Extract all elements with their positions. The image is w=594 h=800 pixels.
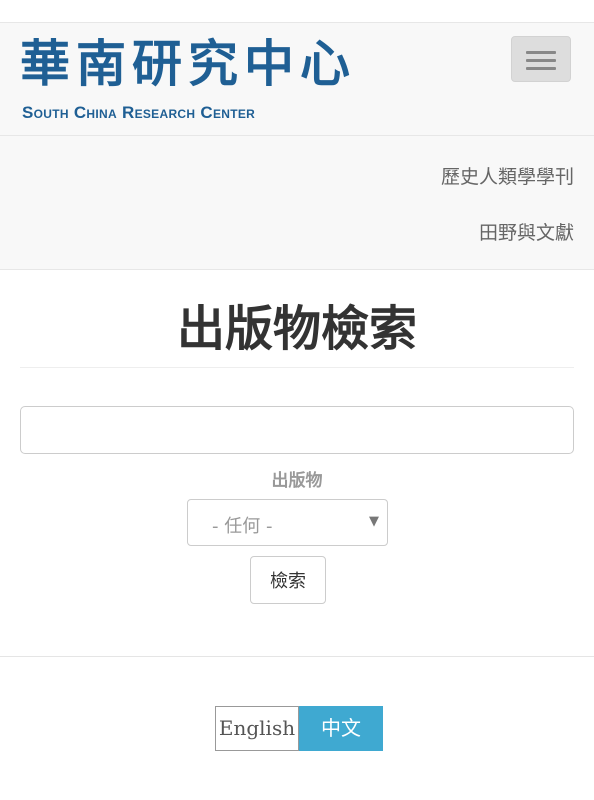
logo-english-text: South China Research Center <box>22 103 256 122</box>
publication-select[interactable]: - 任何 - ▼ <box>187 499 388 546</box>
language-chinese-button[interactable]: 中文 <box>299 706 383 751</box>
caret-down-icon: ▼ <box>369 514 379 529</box>
language-english-button[interactable]: English <box>215 706 299 751</box>
logo-chinese-text: 華南研究中心 <box>20 34 356 93</box>
hamburger-menu-icon <box>526 51 556 54</box>
nav-item-history-anthropology-journal[interactable]: 歷史人類學學刊 <box>441 162 574 189</box>
nav-item-fieldwork-documents[interactable]: 田野與文獻 <box>479 218 574 245</box>
site-logo[interactable]: 華南研究中心 South China Research Center <box>20 33 380 129</box>
page: 華南研究中心 South China Research Center 歷史人類學… <box>0 0 594 800</box>
search-submit-button[interactable]: 檢索 <box>250 556 326 604</box>
footer-divider <box>0 656 594 657</box>
publication-filter-label: 出版物 <box>271 471 323 491</box>
site-header: 華南研究中心 South China Research Center <box>0 22 594 136</box>
title-divider <box>20 367 574 368</box>
search-input[interactable] <box>20 406 574 454</box>
hamburger-menu-icon <box>526 67 556 70</box>
publication-select-value: - 任何 - <box>212 516 273 537</box>
page-title: 出版物檢索 <box>176 301 417 357</box>
nav-menu: 歷史人類學學刊 田野與文獻 <box>0 136 594 270</box>
hamburger-menu-icon <box>526 59 556 62</box>
menu-toggle-button[interactable] <box>511 36 571 82</box>
